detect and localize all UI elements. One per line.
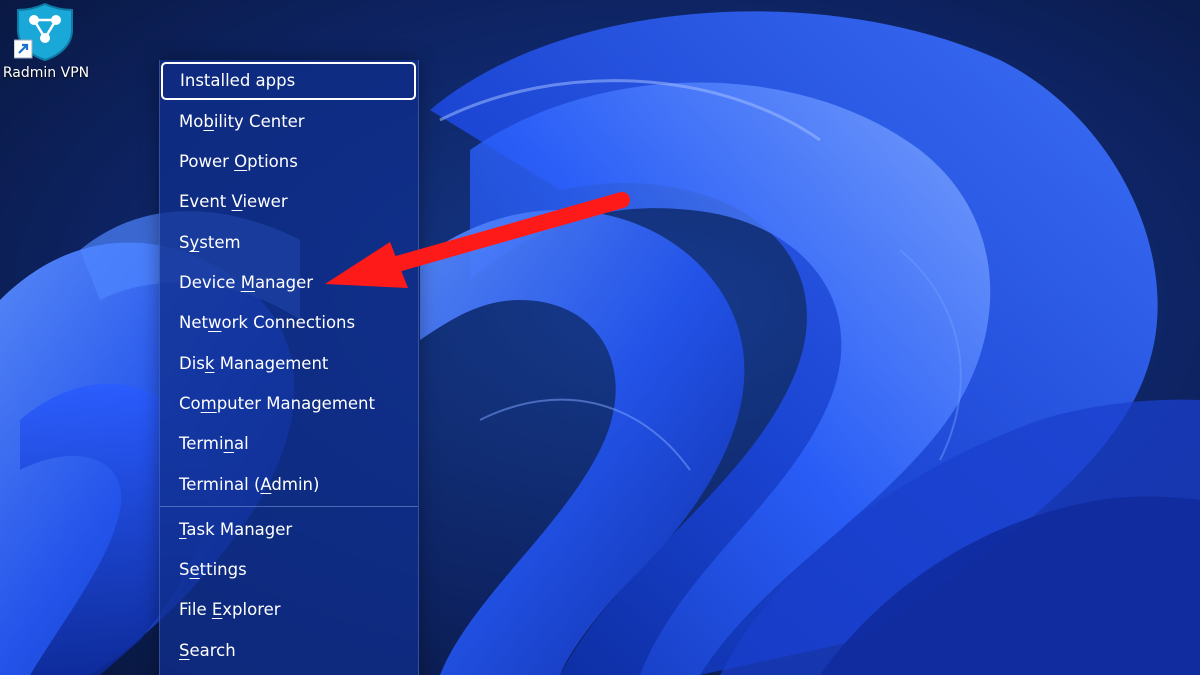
desktop: Radmin VPN Installed apps Mobility Cente… [0,0,1200,675]
menu-item-mobility-center[interactable]: Mobility Center [164,104,414,140]
menu-item-computer-management[interactable]: Computer Management [164,386,414,422]
menu-item-search[interactable]: Search [164,633,414,669]
menu-item-system[interactable]: System [164,225,414,261]
menu-item-task-manager[interactable]: Task Manager [164,512,414,548]
menu-item-settings[interactable]: Settings [164,552,414,588]
menu-item-file-explorer[interactable]: File Explorer [164,592,414,628]
menu-item-disk-management[interactable]: Disk Management [164,346,414,382]
menu-item-terminal[interactable]: Terminal [164,426,414,462]
menu-item-installed-apps[interactable]: Installed apps [161,62,416,100]
menu-item-network-connections[interactable]: Network Connections [164,305,414,341]
menu-item-device-manager[interactable]: Device Manager [164,265,414,301]
menu-item-event-viewer[interactable]: Event Viewer [164,184,414,220]
menu-item-terminal-admin[interactable]: Terminal (Admin) [164,467,414,503]
desktop-shortcut-radmin-vpn[interactable]: Radmin VPN [0,0,92,88]
menu-separator [160,506,418,507]
menu-item-power-options[interactable]: Power Options [164,144,414,180]
radmin-vpn-shield-icon [14,2,73,62]
desktop-shortcut-label: Radmin VPN [2,65,90,81]
winx-context-menu: Installed apps Mobility Center Power Opt… [159,60,419,675]
